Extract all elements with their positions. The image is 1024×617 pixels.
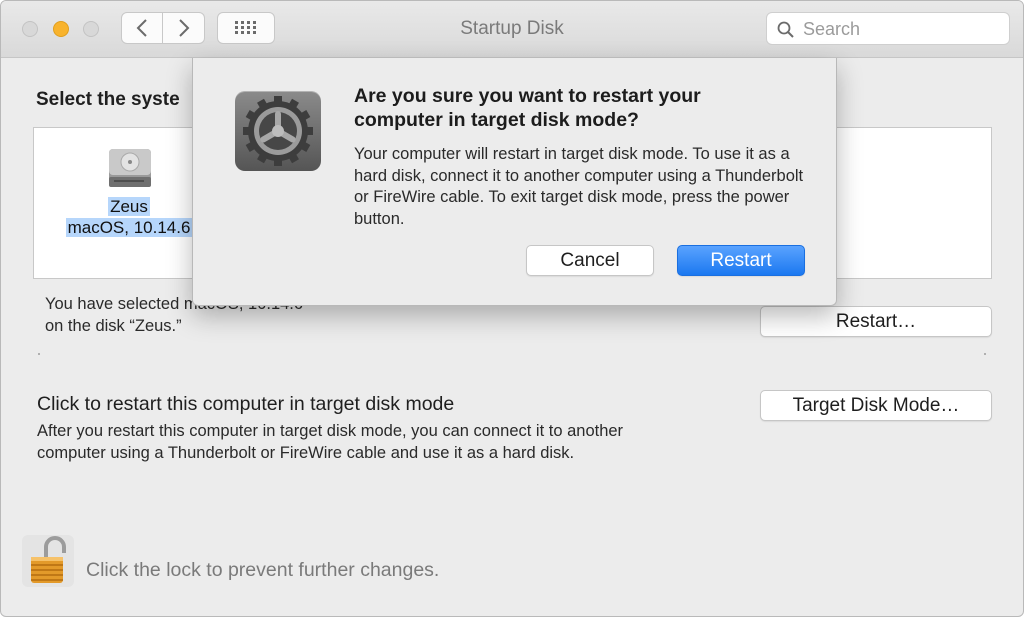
target-disk-mode-description: After you restart this computer in targe… (37, 422, 624, 462)
system-preferences-window: Startup Disk Search Select the syste Zeu… (0, 0, 1024, 617)
confirm-restart-button[interactable]: Restart (677, 245, 805, 276)
lock-instructions: Click the lock to prevent further change… (86, 559, 440, 581)
dialog-message: Your computer will restart in target dis… (354, 145, 804, 228)
separator-dot-right (984, 353, 986, 355)
select-system-heading: Select the syste (36, 89, 180, 110)
lock-icon[interactable] (22, 535, 74, 587)
search-field[interactable]: Search (766, 12, 1010, 45)
target-disk-mode-title: Click to restart this computer in target… (37, 393, 455, 415)
titlebar: Startup Disk Search (1, 1, 1023, 58)
target-disk-mode-button[interactable]: Target Disk Mode… (760, 390, 992, 421)
dialog-title: Are you sure you want to restart your co… (354, 85, 701, 131)
cancel-button[interactable]: Cancel (526, 245, 654, 276)
disk-name: Zeus (108, 197, 150, 216)
confirm-restart-dialog: Are you sure you want to restart your co… (192, 58, 837, 306)
search-placeholder: Search (803, 19, 861, 39)
separator-dot-left (38, 353, 40, 355)
selected-line-2: on the disk “Zeus.” (45, 317, 182, 335)
restart-button[interactable]: Restart… (760, 306, 992, 337)
disk-os-version: macOS, 10.14.6 (65, 218, 193, 237)
gear-icon (235, 91, 321, 171)
search-icon (777, 21, 794, 38)
hard-disk-icon (107, 145, 153, 196)
